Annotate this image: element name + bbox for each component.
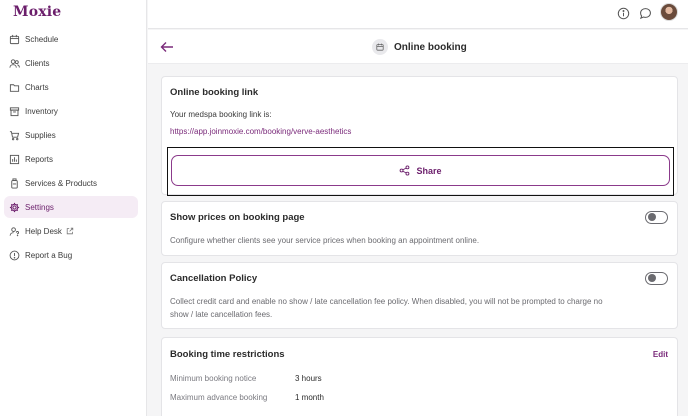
sidebar-item-label: Services & Products [25, 178, 98, 188]
calendar-icon [372, 39, 388, 55]
show-prices-description: Configure whether clients see your servi… [170, 236, 480, 245]
sidebar-item-schedule[interactable]: Schedule [4, 28, 138, 50]
sidebar-item-label: Inventory [25, 106, 58, 116]
users-icon [9, 58, 20, 69]
external-link-icon [66, 227, 74, 235]
sidebar-nav: Schedule Clients Charts Inventory Suppli… [4, 28, 138, 268]
share-button[interactable]: Share [171, 155, 670, 186]
sidebar-item-label: Charts [25, 82, 49, 92]
show-prices-toggle[interactable] [645, 211, 668, 224]
restriction-label: Maximum advance booking [170, 393, 268, 402]
card-title: Cancellation Policy [170, 273, 258, 284]
card-title: Show prices on booking page [170, 212, 305, 223]
calendar-icon [9, 34, 20, 45]
sidebar-item-label: Schedule [25, 34, 59, 44]
booking-time-restrictions-card: Booking time restrictions Edit Minimum b… [161, 337, 678, 416]
alert-icon [9, 250, 20, 261]
toggle-knob [647, 213, 656, 221]
sidebar-item-label: Settings [25, 202, 54, 212]
toggle-knob [647, 274, 656, 282]
chat-icon[interactable] [639, 7, 652, 20]
cancellation-description-line-2: show / late cancellation fees. [170, 310, 273, 319]
restriction-label: Minimum booking notice [170, 374, 257, 383]
sidebar-item-settings[interactable]: Settings [4, 196, 138, 218]
moxie-logo[interactable]: Moxie [13, 4, 61, 20]
sidebar-item-supplies[interactable]: Supplies [4, 124, 138, 146]
page-title: Online booking [394, 41, 467, 53]
share-button-label: Share [416, 165, 442, 176]
share-icon [400, 165, 410, 176]
sidebar-item-report-bug[interactable]: Report a Bug [4, 244, 138, 266]
cancellation-policy-card: Cancellation Policy Collect credit card … [161, 262, 678, 329]
sidebar-item-services-products[interactable]: Services & Products [4, 172, 138, 194]
sidebar-item-reports[interactable]: Reports [4, 148, 138, 170]
page-header: Online booking [148, 30, 688, 64]
sidebar-item-label: Supplies [25, 130, 56, 140]
restriction-value: 3 hours [295, 374, 322, 383]
show-prices-card: Show prices on booking page Configure wh… [161, 201, 678, 256]
back-arrow-icon[interactable] [160, 41, 174, 53]
sidebar: Moxie Schedule Clients Charts Inventory … [0, 0, 147, 416]
sidebar-item-inventory[interactable]: Inventory [4, 100, 138, 122]
booking-link-url[interactable]: https://app.joinmoxie.com/booking/verve-… [170, 127, 351, 136]
edit-link[interactable]: Edit [653, 350, 668, 359]
help-user-icon [9, 226, 20, 237]
card-title: Booking time restrictions [170, 349, 285, 360]
archive-icon [9, 106, 20, 117]
restriction-value: 1 month [295, 393, 324, 402]
folder-icon [9, 82, 20, 93]
sidebar-item-charts[interactable]: Charts [4, 76, 138, 98]
bottle-icon [9, 177, 20, 189]
avatar[interactable] [660, 3, 678, 21]
sidebar-item-label: Report a Bug [25, 250, 73, 260]
sidebar-item-help-desk[interactable]: Help Desk [4, 220, 138, 242]
cart-icon [9, 130, 20, 141]
cancellation-policy-toggle[interactable] [645, 272, 668, 285]
top-bar [148, 0, 688, 29]
bar-chart-icon [9, 154, 20, 165]
sidebar-item-label: Reports [25, 154, 54, 164]
share-focus-outline: Share [167, 147, 674, 196]
card-title: Online booking link [170, 87, 259, 98]
sidebar-item-clients[interactable]: Clients [4, 52, 138, 74]
info-icon[interactable] [617, 7, 630, 20]
sidebar-item-label: Clients [25, 58, 50, 68]
gear-icon [9, 202, 20, 213]
booking-link-intro: Your medspa booking link is: [170, 110, 272, 119]
page-title-group: Online booking [372, 39, 467, 55]
sidebar-item-label: Help Desk [25, 226, 62, 236]
cancellation-description-line-1: Collect credit card and enable no show /… [170, 297, 603, 306]
booking-link-card: Online booking link Your medspa booking … [161, 76, 678, 196]
